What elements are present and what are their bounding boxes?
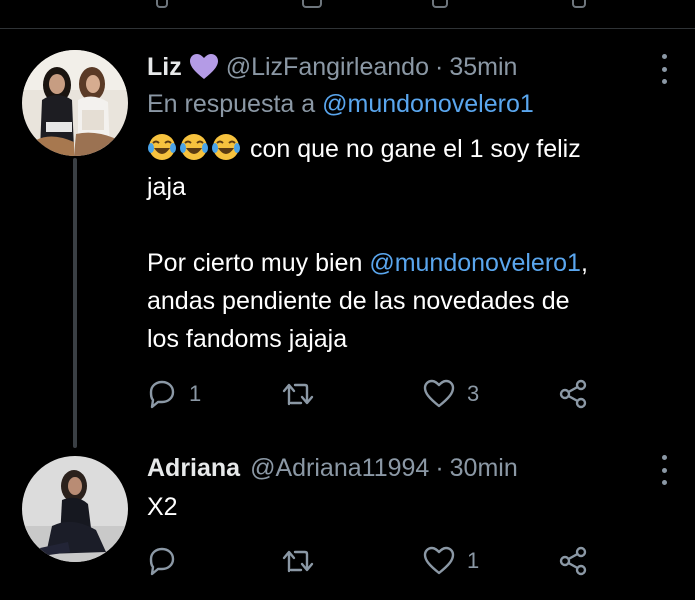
more-options-icon[interactable] xyxy=(659,54,669,84)
reply-context: En respuesta a @mundonovelero1 xyxy=(147,90,534,119)
author-name[interactable]: Adriana xyxy=(147,454,240,483)
tweet-actions: 1 3 xyxy=(147,376,607,412)
retweet-button[interactable] xyxy=(281,376,327,412)
tweet-text-line-1: con que no gane el 1 soy feliz xyxy=(147,130,588,168)
tweet-timestamp[interactable]: 30min xyxy=(450,454,518,483)
share-icon xyxy=(557,545,589,577)
tweet-text-line-4: andas pendiente de las novedades de xyxy=(147,287,570,315)
share-icon xyxy=(557,378,589,410)
author-name[interactable]: Liz xyxy=(147,53,182,82)
reply-button[interactable]: 1 xyxy=(147,376,201,412)
tweet-header: Liz @LizFangirleando · 35min xyxy=(147,50,517,84)
avatar-liz[interactable] xyxy=(22,50,128,156)
avatar-adriana[interactable] xyxy=(22,456,128,562)
tweet-liz[interactable]: Liz @LizFangirleando · 35min En respuest… xyxy=(0,0,695,448)
retweet-button[interactable] xyxy=(281,543,327,579)
retweet-icon xyxy=(281,546,315,576)
like-button[interactable]: 1 xyxy=(423,543,479,579)
like-button[interactable]: 3 xyxy=(423,376,479,412)
separator-dot: · xyxy=(435,453,444,482)
reply-mention-link[interactable]: @mundonovelero1 xyxy=(322,90,534,118)
reply-count: 1 xyxy=(189,381,202,406)
laughing-crying-emoji-icon xyxy=(211,132,241,162)
tweet-timestamp[interactable]: 35min xyxy=(449,53,517,82)
tweet-text-line-5: los fandoms jajaja xyxy=(147,325,348,353)
tweet-text: X2 xyxy=(147,488,178,526)
reply-button[interactable] xyxy=(147,543,189,579)
author-handle[interactable]: @Adriana11994 xyxy=(250,454,429,483)
like-count: 3 xyxy=(467,381,480,406)
retweet-icon xyxy=(281,379,315,409)
inline-mention-link[interactable]: @mundonovelero1 xyxy=(369,249,581,277)
purple-heart-icon xyxy=(189,54,218,80)
tweet-text-segment: Por cierto muy bien xyxy=(147,249,370,277)
tweet-adriana[interactable]: Adriana @Adriana11994 · 30min X2 1 xyxy=(0,440,695,600)
like-count: 1 xyxy=(467,548,480,573)
share-button[interactable] xyxy=(557,376,589,412)
tweet-text: con que no gane el 1 soy feliz jaja Por … xyxy=(147,130,588,358)
like-icon xyxy=(423,546,455,576)
like-icon xyxy=(423,379,455,409)
laughing-crying-emoji-icon xyxy=(147,132,177,162)
author-handle[interactable]: @LizFangirleando xyxy=(226,53,429,82)
tweet-text-line-2: jaja xyxy=(147,173,186,201)
separator-dot: · xyxy=(435,52,444,81)
share-button[interactable] xyxy=(557,543,589,579)
laughing-crying-emoji-icon xyxy=(179,132,209,162)
tweet-text-segment: con que no gane el 1 soy feliz xyxy=(243,135,581,163)
tweet-actions: 1 xyxy=(147,543,607,579)
more-options-icon[interactable] xyxy=(659,455,669,485)
reply-icon xyxy=(147,546,177,576)
tweet-text-line-1: X2 xyxy=(147,493,178,521)
reply-icon xyxy=(147,379,177,409)
tweet-header: Adriana @Adriana11994 · 30min xyxy=(147,451,518,485)
reply-prefix: En respuesta a xyxy=(147,90,316,118)
thread-connector-line xyxy=(73,158,77,448)
tweet-text-segment: , xyxy=(580,249,588,277)
tweet-text-line-3: Por cierto muy bien @mundonovelero1, xyxy=(147,244,588,282)
